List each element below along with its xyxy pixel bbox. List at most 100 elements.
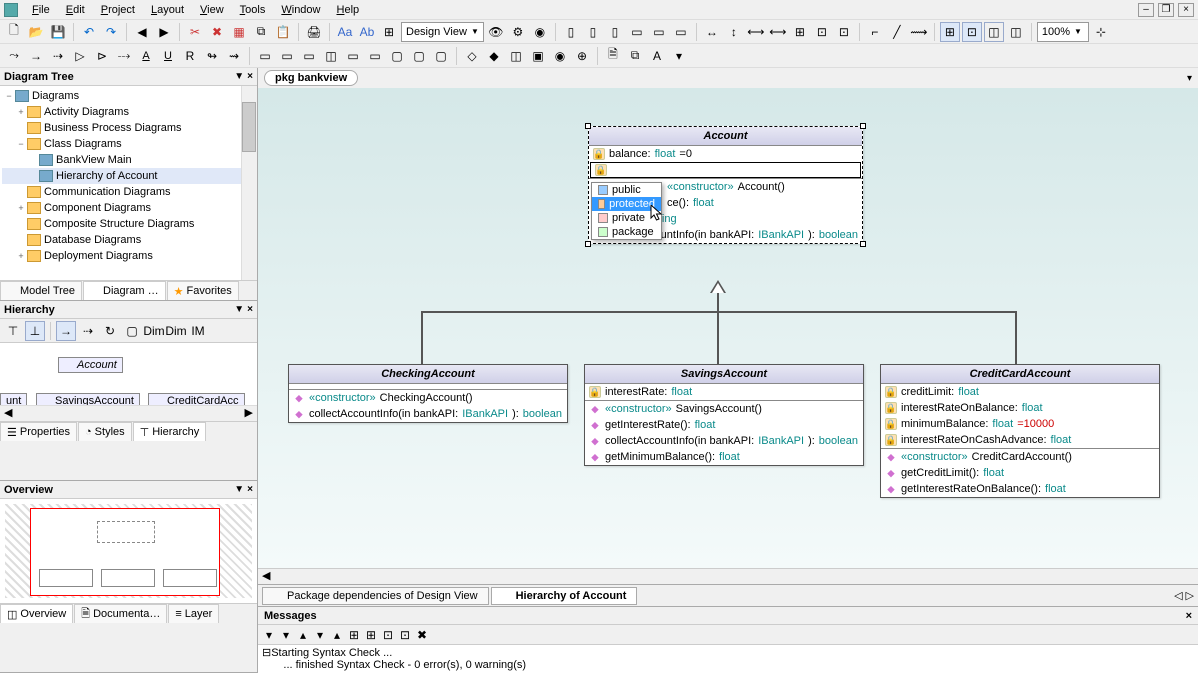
view-icon[interactable]: ◫ — [984, 22, 1004, 42]
replace-icon[interactable]: Ab — [357, 22, 377, 42]
shape2-icon[interactable]: ◆ — [484, 46, 504, 66]
view2-icon[interactable]: ◫ — [1006, 22, 1026, 42]
menu-layout[interactable]: Layout — [143, 2, 192, 18]
class-checking[interactable]: CheckingAccount ◆«constructor» CheckingA… — [288, 364, 568, 423]
align-center-icon[interactable]: ▯ — [583, 22, 603, 42]
visibility-dropdown-trigger[interactable]: 🔒 — [595, 164, 607, 176]
box4-icon[interactable]: ◫ — [321, 46, 341, 66]
find-icon[interactable]: Aa — [335, 22, 355, 42]
tab-hierarchy[interactable]: ⊤Hierarchy — [133, 422, 207, 441]
line2-icon[interactable]: ╱ — [887, 22, 907, 42]
msg-btn[interactable]: ▴ — [329, 627, 345, 643]
pkg-icon[interactable]: ⧉ — [625, 46, 645, 66]
box1-icon[interactable]: ▭ — [255, 46, 275, 66]
tree-item[interactable]: +Activity Diagrams — [2, 104, 255, 120]
size-icon[interactable]: ⊞ — [790, 22, 810, 42]
align-bot-icon[interactable]: ▭ — [671, 22, 691, 42]
tree-item[interactable]: Composite Structure Diagrams — [2, 216, 255, 232]
shape1-icon[interactable]: ◇ — [462, 46, 482, 66]
hier-btn-1[interactable]: ⊤ — [3, 321, 23, 341]
pin-icon[interactable]: ▼ — [234, 71, 244, 82]
doc-tab-0[interactable]: Package dependencies of Design View — [262, 587, 489, 605]
attr-editor[interactable]: 🔒 — [590, 162, 861, 178]
close-panel-icon[interactable]: × — [247, 484, 253, 495]
tab-documentation[interactable]: 🗎Documenta… — [74, 604, 167, 623]
msg-btn[interactable]: ⊞ — [363, 627, 379, 643]
tree-item[interactable]: Hierarchy of Account — [2, 168, 255, 184]
hier-btn-5[interactable]: ↻ — [100, 321, 120, 341]
shape6-icon[interactable]: ⊕ — [572, 46, 592, 66]
close-button[interactable]: × — [1178, 3, 1194, 17]
tree-item[interactable]: Communication Diagrams — [2, 184, 255, 200]
align-right-icon[interactable]: ▯ — [605, 22, 625, 42]
line-icon[interactable]: ⌐ — [865, 22, 885, 42]
menu-tools[interactable]: Tools — [232, 2, 274, 18]
tb-icon-7[interactable]: ⊡ — [834, 22, 854, 42]
tb-icon-4[interactable]: ⚙ — [508, 22, 528, 42]
hier-btn-4[interactable]: ⇢ — [78, 321, 98, 341]
real-icon[interactable]: ⊳ — [92, 46, 112, 66]
redo-icon[interactable]: ↷ — [101, 22, 121, 42]
overview-body[interactable] — [0, 499, 257, 603]
align-top-icon[interactable]: ▭ — [627, 22, 647, 42]
open-icon[interactable]: 📂 — [26, 22, 46, 42]
restore-button[interactable]: ❐ — [1158, 3, 1174, 17]
save-icon[interactable]: 💾 — [48, 22, 68, 42]
tb-icon-6[interactable]: ⊡ — [812, 22, 832, 42]
diagram-tree-body[interactable]: −Diagrams +Activity DiagramsBusiness Pro… — [0, 86, 257, 280]
shape3-icon[interactable]: ◫ — [506, 46, 526, 66]
tree-item[interactable]: −Class Diagrams — [2, 136, 255, 152]
hierarchy-body[interactable]: Account unt SavingsAccount CreditCardAcc… — [0, 343, 257, 421]
vis-opt-public[interactable]: public — [592, 183, 661, 197]
tree-item[interactable]: Business Process Diagrams — [2, 120, 255, 136]
arrow4-icon[interactable]: ↬ — [202, 46, 222, 66]
dist-v-icon[interactable]: ↕ — [724, 22, 744, 42]
cut-icon[interactable]: ✂ — [185, 22, 205, 42]
text-a-icon[interactable]: A — [136, 46, 156, 66]
tree-item[interactable]: Database Diagrams — [2, 232, 255, 248]
msg-clear-icon[interactable]: ✖ — [414, 627, 430, 643]
align-mid-icon[interactable]: ▭ — [649, 22, 669, 42]
vis-opt-private[interactable]: private — [592, 211, 661, 225]
msg-btn[interactable]: ⊡ — [397, 627, 413, 643]
shape5-icon[interactable]: ◉ — [550, 46, 570, 66]
zoom-combo[interactable]: 100%▼ — [1037, 22, 1089, 42]
box9-icon[interactable]: ▢ — [431, 46, 451, 66]
msg-btn[interactable]: ▾ — [278, 627, 294, 643]
vis-opt-package[interactable]: package — [592, 225, 661, 239]
msg-btn[interactable]: ⊡ — [380, 627, 396, 643]
arrow-dot-icon[interactable]: ⤳ — [4, 46, 24, 66]
paste-icon[interactable]: 📋 — [273, 22, 293, 42]
view-combo[interactable]: Design View▼ — [401, 22, 484, 42]
box3-icon[interactable]: ▭ — [299, 46, 319, 66]
messages-body[interactable]: ⊟Starting Syntax Check ... ... finished … — [258, 645, 1198, 673]
tree-item[interactable]: +Deployment Diagrams — [2, 248, 255, 264]
pin-icon[interactable]: ▼ — [234, 484, 244, 495]
tab-styles[interactable]: ◔Styles — [78, 422, 132, 441]
hier-btn-2[interactable]: ⊥ — [25, 321, 45, 341]
minimize-button[interactable]: – — [1138, 3, 1154, 17]
tree-scrollbar[interactable] — [241, 86, 257, 280]
pin-icon[interactable]: ▼ — [234, 304, 244, 315]
text-icon[interactable]: A — [647, 46, 667, 66]
box8-icon[interactable]: ▢ — [409, 46, 429, 66]
close-messages-icon[interactable]: × — [1186, 610, 1192, 622]
tab-model-tree[interactable]: Model Tree — [0, 281, 82, 300]
fit-icon[interactable]: ⊹ — [1091, 22, 1111, 42]
vis-opt-protected[interactable]: protected — [592, 197, 661, 211]
tab-prev-icon[interactable]: ◁ — [1174, 589, 1182, 602]
hier-btn-6[interactable]: ▢ — [122, 321, 142, 341]
msg-btn[interactable]: ⊞ — [346, 627, 362, 643]
box7-icon[interactable]: ▢ — [387, 46, 407, 66]
copy-icon[interactable]: ⧉ — [251, 22, 271, 42]
tb-icon-2[interactable]: ⊞ — [379, 22, 399, 42]
tree-root[interactable]: −Diagrams — [2, 88, 255, 104]
box2-icon[interactable]: ▭ — [277, 46, 297, 66]
hier-btn-3[interactable]: → — [56, 321, 76, 341]
menu-help[interactable]: Help — [329, 2, 368, 18]
hier-btn-9[interactable]: IM — [188, 321, 208, 341]
forward-icon[interactable]: ▶ — [154, 22, 174, 42]
text-u-icon[interactable]: U — [158, 46, 178, 66]
visibility-popup[interactable]: public protected private package — [591, 182, 662, 240]
doc-tab-1[interactable]: Hierarchy of Account — [491, 587, 638, 605]
